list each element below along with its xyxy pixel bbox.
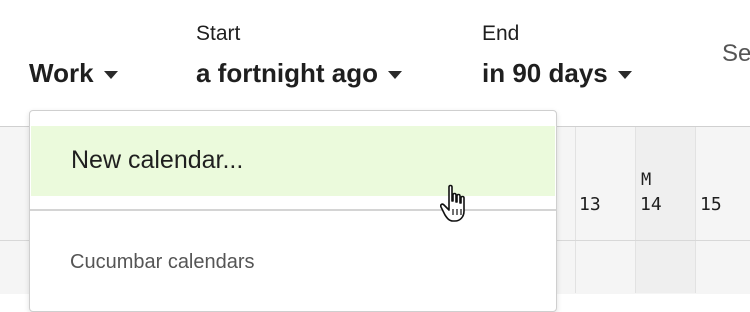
menu-section-heading: Cucumbar calendars [70, 251, 255, 273]
day-number: 15 [700, 194, 722, 215]
caret-down-icon [103, 70, 118, 79]
filter-bar: Work Start a fortnight ago End in 90 day… [0, 0, 750, 126]
end-label: End [482, 22, 520, 45]
day-number: 13 [579, 194, 601, 215]
calendar-select[interactable]: Work [29, 58, 118, 89]
caret-down-icon [387, 70, 402, 79]
end-select[interactable]: in 90 days [482, 58, 632, 89]
calendar-select-value: Work [29, 58, 94, 88]
end-select-value: in 90 days [482, 58, 608, 88]
day-number: 14 [640, 194, 662, 215]
caret-down-icon [617, 70, 632, 79]
day-weekday: M [641, 170, 652, 190]
hand-pointer-icon [440, 184, 465, 222]
start-select[interactable]: a fortnight ago [196, 58, 402, 89]
new-calendar-label: New calendar... [71, 146, 244, 174]
truncated-filter-label[interactable]: Se [722, 40, 750, 68]
start-label: Start [196, 22, 241, 45]
start-select-value: a fortnight ago [196, 58, 378, 88]
